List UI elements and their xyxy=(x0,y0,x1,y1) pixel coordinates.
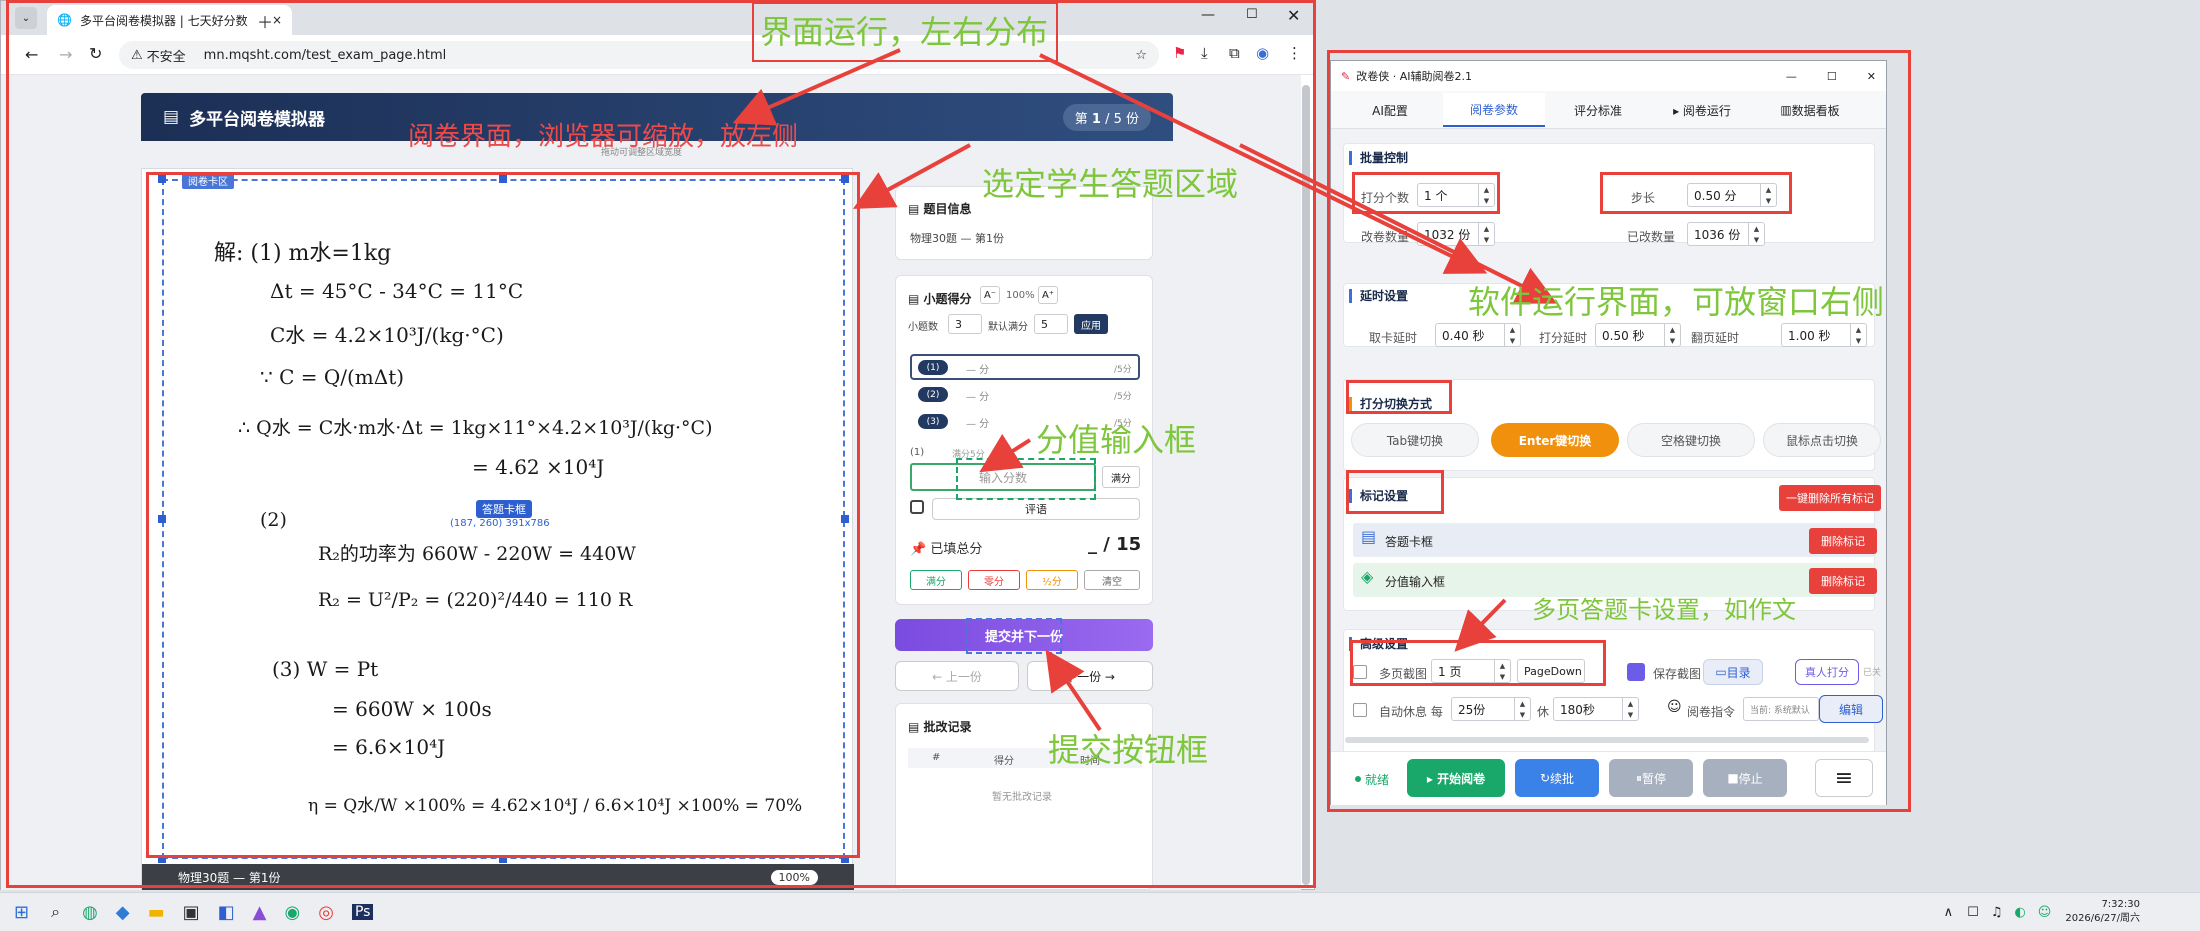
terminal-icon[interactable]: ▣ xyxy=(183,902,200,923)
arrow xyxy=(1045,649,1102,732)
annotation-text: 软件运行界面，可放窗口右侧 xyxy=(1468,283,1885,321)
annotation-text: 多页答题卡设置，如作文 xyxy=(1532,596,1796,624)
tray-icon: ◐ xyxy=(2014,904,2026,920)
taskbar: ⊞ ⌕ ◍ ◆ ▬ ▣ ◧ ▲ ◉ ◎ Ps ∧ ☐ ♫ ◐ ☺ 7:32:30… xyxy=(0,892,2200,931)
clock-date: 2026/6/27/周六 xyxy=(2065,913,2140,924)
arrow xyxy=(1239,143,1558,304)
annotation-text: 选定学生答题区域 xyxy=(982,165,1239,203)
annotation-text: 提交按钮框 xyxy=(1048,731,1209,769)
annotation-text: 界面运行，左右分布 xyxy=(760,13,1049,51)
tray-chevron-icon[interactable]: ∧ xyxy=(1944,905,1954,920)
annotation-text: 分值输入框 xyxy=(1036,421,1197,459)
chrome-icon[interactable]: ◎ xyxy=(318,902,334,923)
folder-icon[interactable]: ▬ xyxy=(148,902,165,923)
arrow xyxy=(1039,53,1488,274)
photoshop-icon[interactable]: Ps xyxy=(351,904,374,920)
wechat-icon[interactable]: ◉ xyxy=(285,902,301,923)
windows-start-icon[interactable]: ⊞ xyxy=(14,902,29,923)
annotation-arrows xyxy=(732,48,1558,732)
arrow xyxy=(1454,598,1507,652)
app-icon-1[interactable]: ◍ xyxy=(82,902,98,923)
clock[interactable]: 7:32:30 2026/6/27/周六 xyxy=(2065,898,2140,926)
tray-icon: ☺ xyxy=(2037,904,2052,920)
search-icon[interactable]: ⌕ xyxy=(51,902,60,922)
tray-icon: ♫ xyxy=(1990,904,2003,920)
clock-time: 7:32:30 xyxy=(2101,899,2140,910)
arrow xyxy=(979,433,1032,473)
arrow xyxy=(732,48,901,126)
vscode-icon[interactable]: ◆ xyxy=(116,902,130,923)
app-icon-3[interactable]: ▲ xyxy=(253,902,267,923)
tray-icon: ☐ xyxy=(1967,904,1979,920)
app-icon-2[interactable]: ◧ xyxy=(218,902,235,923)
arrow xyxy=(852,143,971,209)
annotation-text: 阅卷界面，浏览器可缩放，放左侧 xyxy=(408,122,799,152)
